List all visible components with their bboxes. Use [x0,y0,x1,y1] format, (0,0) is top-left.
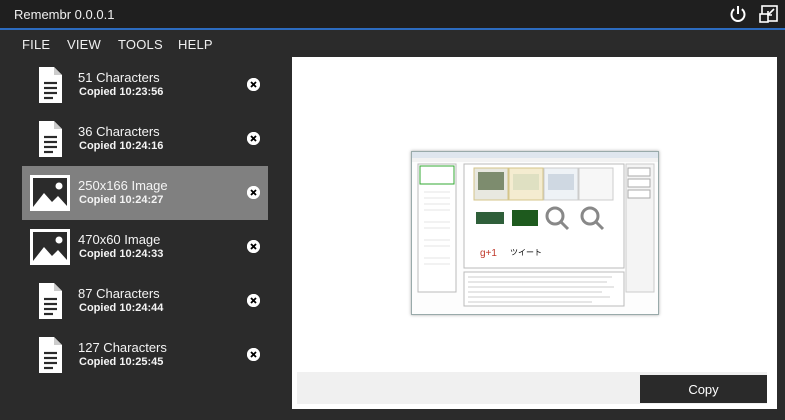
delete-clip-icon[interactable] [247,132,260,145]
svg-text:ツイート: ツイート [510,248,542,257]
clip-item[interactable]: 127 Characters Copied 10:25:45 [22,328,268,382]
clip-item[interactable]: 470x60 Image Copied 10:24:33 [22,220,268,274]
clip-item[interactable]: 250x166 Image Copied 10:24:27 [22,166,268,220]
clip-title: 51 Characters [78,70,160,85]
text-document-icon [30,119,70,159]
clip-time: Copied 10:25:45 [79,356,164,368]
clip-time: Copied 10:24:33 [79,248,164,260]
menu-view[interactable]: VIEW [67,37,101,52]
clip-image-preview: g+1 ツイート [411,151,659,315]
menu-help[interactable]: HELP [178,37,213,52]
clip-item[interactable]: 87 Characters Copied 10:24:44 [22,274,268,328]
delete-clip-icon[interactable] [247,294,260,307]
delete-clip-icon[interactable] [247,78,260,91]
text-document-icon [30,281,70,321]
clip-time: Copied 10:24:16 [79,140,164,152]
clip-title: 36 Characters [78,124,160,139]
app-title: Remembr 0.0.0.1 [14,7,115,22]
minimize-to-tray-icon[interactable] [759,5,779,23]
menu-bar: FILE VIEW TOOLS HELP [0,31,785,55]
preview-panel: g+1 ツイート Copy [292,57,777,409]
clip-title: 127 Characters [78,340,167,355]
clip-title: 87 Characters [78,286,160,301]
clip-time: Copied 10:24:44 [79,302,164,314]
clip-title: 470x60 Image [78,232,161,247]
image-icon [30,173,70,213]
text-document-icon [30,335,70,375]
menu-tools[interactable]: TOOLS [118,37,163,52]
image-icon [30,227,70,267]
svg-text:g+1: g+1 [480,248,497,259]
power-icon[interactable] [729,5,747,23]
clip-item[interactable]: 36 Characters Copied 10:24:16 [22,112,268,166]
preview-action-bar: Copy [297,372,767,404]
copy-button[interactable]: Copy [640,375,767,403]
menu-file[interactable]: FILE [22,37,50,52]
clip-time: Copied 10:24:27 [79,194,164,206]
text-document-icon [30,65,70,105]
title-bar: Remembr 0.0.0.1 [0,0,785,30]
clip-item[interactable]: 51 Characters Copied 10:23:56 [22,58,268,112]
delete-clip-icon[interactable] [247,186,260,199]
delete-clip-icon[interactable] [247,348,260,361]
clip-title: 250x166 Image [78,178,168,193]
clip-time: Copied 10:23:56 [79,86,164,98]
delete-clip-icon[interactable] [247,240,260,253]
clip-history-list: 51 Characters Copied 10:23:56 36 Character… [22,58,268,382]
